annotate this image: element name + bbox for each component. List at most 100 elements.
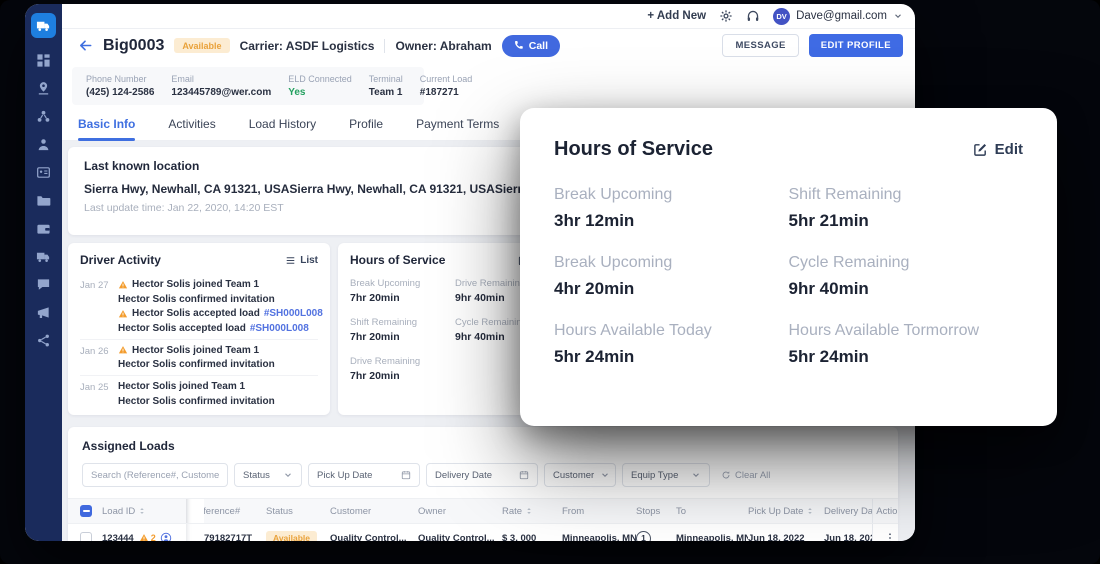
warning-icon	[139, 533, 149, 541]
hos-entry: Cycle Remaining9hr 40min	[789, 254, 1024, 299]
activity-header: Driver Activity List	[80, 253, 318, 267]
refresh-icon	[721, 470, 731, 480]
hos-entry: Shift Remaining5hr 21min	[789, 186, 1024, 231]
activity-date: Jan 27	[80, 279, 110, 334]
person-circle-icon	[160, 532, 172, 541]
loads-table-header: Load ID Reference# Status Customer Owner…	[68, 498, 898, 524]
hos-entry: Break Upcoming3hr 12min	[554, 186, 789, 231]
row-checkbox[interactable]	[80, 532, 92, 541]
sort-icon	[525, 506, 533, 516]
column-action: Action	[872, 499, 898, 523]
sidebar-item-fleet[interactable]	[36, 249, 51, 264]
sidebar-item-billing[interactable]	[36, 221, 51, 236]
activity-item: Hector Solis joined Team 1	[118, 279, 318, 290]
search-input[interactable]	[82, 463, 228, 487]
sidebar-item-map[interactable]	[36, 81, 51, 96]
column-status: Status	[266, 499, 330, 523]
id-card-icon	[36, 165, 51, 180]
column-owner: Owner	[418, 499, 502, 523]
hos-entry: Drive Remaining7hr 20min	[350, 356, 447, 382]
truck-icon	[36, 249, 51, 264]
edit-profile-button[interactable]: EDIT PROFILE	[809, 34, 903, 57]
sidebar-item-dashboard[interactable]	[36, 53, 51, 68]
support-button[interactable]	[746, 9, 760, 23]
chevron-down-icon	[893, 11, 903, 21]
back-button[interactable]	[78, 38, 93, 53]
sort-icon	[138, 506, 146, 516]
app-logo[interactable]	[31, 13, 56, 38]
filter-customer[interactable]: Customer	[544, 463, 616, 487]
marketing-canvas: + Add New DV Dave@gmail.com Big0003 Avai…	[0, 0, 1100, 564]
cell-load-id[interactable]: 123444 2	[102, 524, 186, 541]
list-view-button[interactable]: List	[285, 255, 318, 266]
megaphone-icon	[36, 305, 51, 320]
column-reference: Reference#	[204, 499, 266, 523]
user-menu[interactable]: DV Dave@gmail.com	[773, 8, 903, 25]
info-field-terminal: Terminal Team 1	[369, 74, 403, 98]
sidebar-item-contacts[interactable]	[36, 165, 51, 180]
overlay-edit-button[interactable]: Edit	[973, 141, 1023, 158]
activity-date: Jan 26	[80, 345, 110, 371]
cell-to: Minneapolis, MN	[676, 524, 748, 541]
tab-load-history[interactable]: Load History	[249, 111, 316, 140]
truck-logo-icon	[36, 18, 51, 33]
chat-icon	[36, 277, 51, 292]
sidebar-item-teams[interactable]	[36, 109, 51, 124]
calendar-icon	[401, 470, 411, 480]
tab-payment-terms[interactable]: Payment Terms	[416, 111, 499, 140]
hos-entry: Hours Available Tormorrow5hr 24min	[789, 322, 1024, 367]
clear-all-button[interactable]: Clear All	[721, 470, 770, 481]
loads-filters: Status Pick Up Date Delivery Date Custom…	[82, 463, 884, 487]
calendar-icon	[519, 470, 529, 480]
filter-pickup-date[interactable]: Pick Up Date	[308, 463, 420, 487]
cell-stops: 1	[636, 524, 676, 541]
info-field-current-load: Current Load #187271	[420, 74, 473, 98]
hos-entry: Shift Remaining7hr 20min	[350, 317, 447, 343]
sidebar-item-messages[interactable]	[36, 277, 51, 292]
sidebar-item-documents[interactable]	[36, 193, 51, 208]
gear-icon	[719, 9, 733, 23]
filter-equip-type[interactable]: Equip Type	[622, 463, 710, 487]
overlay-grid: Break Upcoming3hr 12min Shift Remaining5…	[554, 186, 1023, 367]
status-badge: Available	[174, 38, 229, 53]
sidebar-item-drivers[interactable]	[36, 137, 51, 152]
hos-title: Hours of Service	[350, 253, 445, 267]
row-actions-button[interactable]	[884, 532, 896, 541]
warning-icon	[118, 280, 128, 290]
integrations-icon	[36, 333, 51, 348]
dashboard-icon	[36, 53, 51, 68]
page-title: Big0003	[103, 37, 164, 55]
select-all-checkbox[interactable]	[80, 505, 92, 517]
status-badge: Available	[266, 531, 317, 541]
add-new-button[interactable]: + Add New	[647, 10, 706, 22]
hours-of-service-overlay: Hours of Service Edit Break Upcoming3hr …	[520, 108, 1057, 426]
headphones-icon	[746, 9, 760, 23]
call-button[interactable]: Call	[502, 35, 560, 57]
filter-status[interactable]: Status	[234, 463, 302, 487]
cell-delivery-date: Jun 18, 2022	[824, 524, 872, 541]
column-to: To	[676, 499, 748, 523]
frozen-column-divider	[186, 524, 204, 541]
message-button[interactable]: MESSAGE	[722, 34, 798, 57]
tab-activities[interactable]: Activities	[168, 111, 215, 140]
settings-button[interactable]	[719, 9, 733, 23]
activity-item: Hector Solis joined Team 1	[118, 345, 275, 356]
load-link[interactable]: #SH000L008	[264, 308, 323, 319]
column-delivery-date: Delivery Date	[824, 499, 872, 523]
sidebar-nav	[25, 4, 62, 541]
load-link[interactable]: #SH000L008	[250, 323, 309, 334]
assigned-loads-title: Assigned Loads	[82, 439, 884, 453]
tab-profile[interactable]: Profile	[349, 111, 383, 140]
column-pickup-date[interactable]: Pick Up Date	[748, 499, 824, 523]
driver-icon	[36, 137, 51, 152]
filter-delivery-date[interactable]: Delivery Date	[426, 463, 538, 487]
column-load-id[interactable]: Load ID	[102, 499, 186, 523]
tab-basic-info[interactable]: Basic Info	[78, 111, 135, 140]
overlay-title: Hours of Service	[554, 138, 713, 161]
column-rate[interactable]: Rate	[502, 499, 562, 523]
sidebar-item-announcements[interactable]	[36, 305, 51, 320]
sidebar-item-integrations[interactable]	[36, 333, 51, 348]
teams-icon	[36, 109, 51, 124]
cell-pickup-date: Jun 18, 2022	[748, 524, 824, 541]
list-icon	[285, 255, 296, 266]
